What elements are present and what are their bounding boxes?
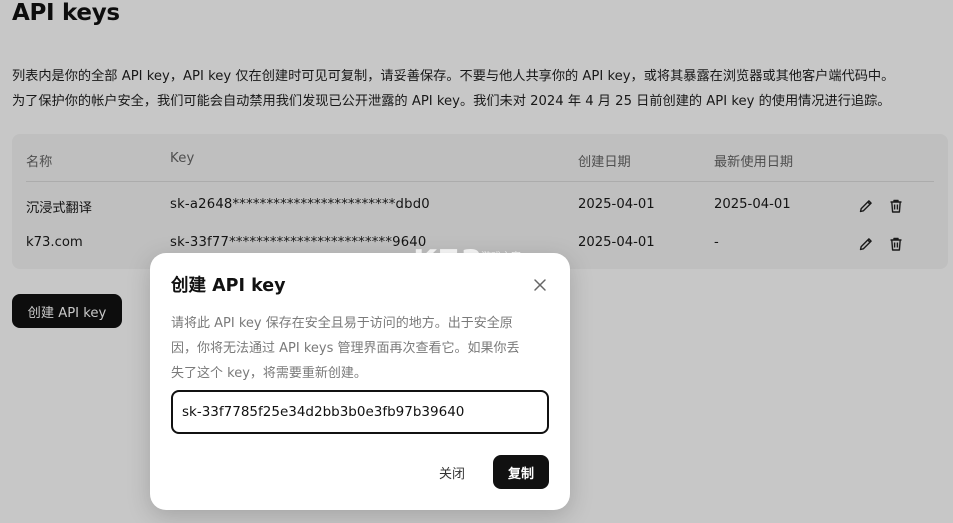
dialog-message-line: 失了这个 key，将需要重新创建。 xyxy=(171,366,367,381)
dialog-close-button[interactable]: 关闭 xyxy=(426,455,478,489)
dialog-message-line: 请将此 API key 保存在安全且易于访问的地方。出于安全原 xyxy=(171,316,513,331)
api-key-field[interactable] xyxy=(171,390,549,434)
dialog-message: 请将此 API key 保存在安全且易于访问的地方。出于安全原 因，你将无法通过… xyxy=(171,311,551,386)
dialog-message-line: 因，你将无法通过 API keys 管理界面再次查看它。如果你丢 xyxy=(171,341,520,356)
create-api-key-dialog: 创建 API key 请将此 API key 保存在安全且易于访问的地方。出于安… xyxy=(150,253,570,510)
close-icon[interactable] xyxy=(532,277,548,293)
api-keys-page: API keys 列表内是你的全部 API key，API key 仅在创建时可… xyxy=(0,0,953,523)
dialog-title: 创建 API key xyxy=(171,276,286,296)
copy-button[interactable]: 复制 xyxy=(493,455,549,489)
